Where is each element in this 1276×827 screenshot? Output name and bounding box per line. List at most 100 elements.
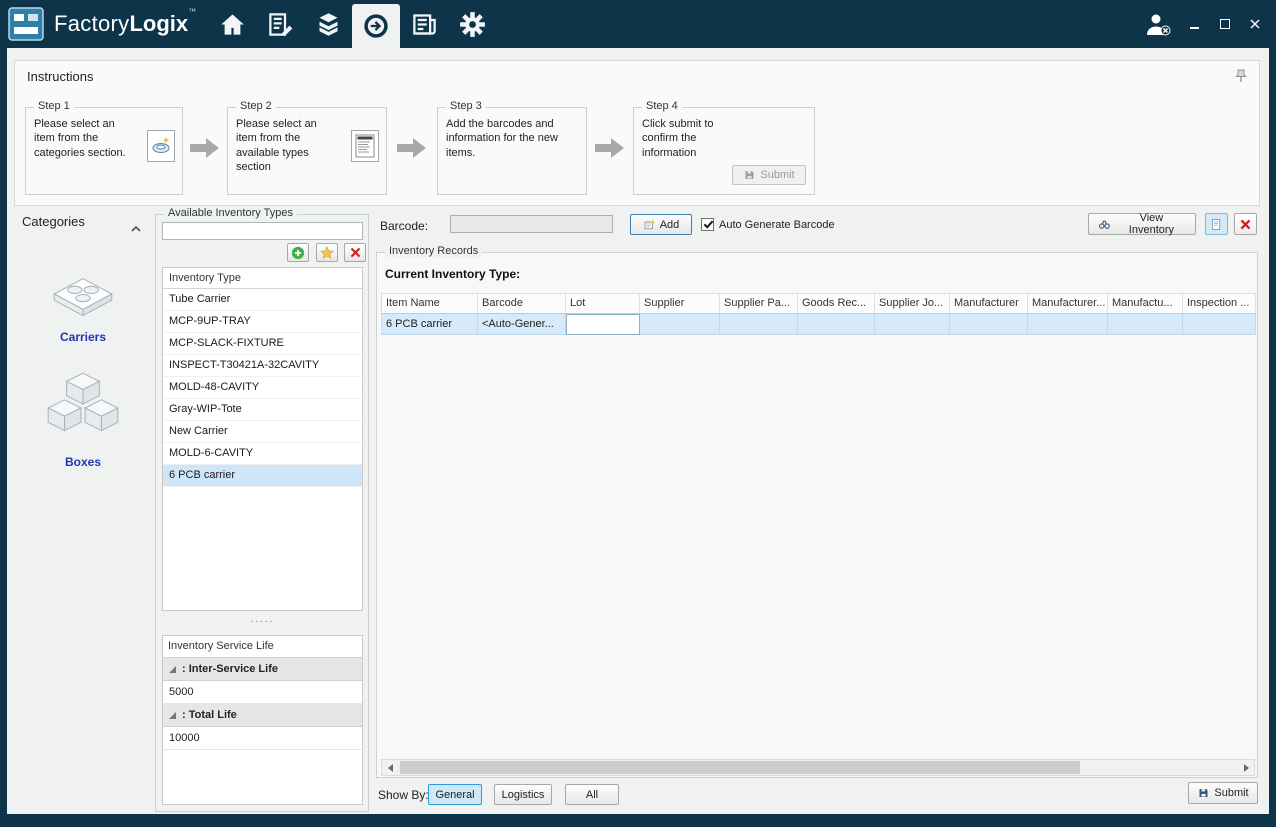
records-column-header[interactable]: Inspection ... bbox=[1183, 294, 1256, 313]
tab-inventory-active[interactable] bbox=[352, 4, 400, 48]
records-column-header[interactable]: Supplier bbox=[640, 294, 720, 313]
expand-triangle-icon bbox=[168, 711, 177, 720]
materials-icon[interactable] bbox=[304, 0, 352, 48]
categories-panel: Categories Carriers bbox=[14, 210, 152, 812]
close-icon[interactable] bbox=[1248, 18, 1262, 30]
type-filter-input[interactable] bbox=[162, 222, 363, 240]
step-2-text: Please select an item from the available… bbox=[228, 108, 346, 174]
inventory-type-row[interactable]: MCP-9UP-TRAY bbox=[163, 311, 362, 333]
copy-page-button[interactable] bbox=[1205, 213, 1228, 235]
step-4-label: Step 4 bbox=[642, 100, 682, 112]
view-inventory-button[interactable]: View Inventory bbox=[1088, 213, 1196, 235]
records-cell bbox=[1183, 314, 1256, 335]
records-column-header[interactable]: Supplier Jo... bbox=[875, 294, 950, 313]
horizontal-scrollbar[interactable] bbox=[381, 759, 1255, 776]
delete-type-button[interactable] bbox=[344, 243, 366, 262]
inventory-type-row[interactable]: MOLD-48-CAVITY bbox=[163, 377, 362, 399]
add-record-button[interactable]: Add bbox=[630, 214, 692, 235]
page-icon bbox=[1210, 217, 1223, 232]
records-header-row: Item NameBarcodeLotSupplierSupplier Pa..… bbox=[382, 293, 1256, 314]
view-inventory-label: View Inventory bbox=[1116, 212, 1187, 236]
carrier-tray-icon bbox=[44, 265, 122, 323]
add-record-label: Add bbox=[660, 219, 680, 231]
inventory-type-row[interactable]: INSPECT-T30421A-32CAVITY bbox=[163, 355, 362, 377]
add-type-button[interactable] bbox=[287, 243, 309, 262]
scroll-left-icon[interactable] bbox=[382, 760, 398, 775]
instructions-panel: Instructions Step 1 Please select an ite… bbox=[14, 60, 1260, 206]
pin-icon[interactable] bbox=[1235, 69, 1247, 88]
records-column-header[interactable]: Manufacturer... bbox=[1028, 294, 1108, 313]
inventory-type-row[interactable]: MCP-SLACK-FIXTURE bbox=[163, 333, 362, 355]
records-column-header[interactable]: Barcode bbox=[478, 294, 566, 313]
records-column-header[interactable]: Supplier Pa... bbox=[720, 294, 798, 313]
records-column-header[interactable]: Item Name bbox=[382, 294, 478, 313]
records-cell: 6 PCB carrier bbox=[382, 314, 478, 335]
service-life-value-inter[interactable]: 5000 bbox=[163, 681, 362, 704]
records-table: Item NameBarcodeLotSupplierSupplier Pa..… bbox=[381, 293, 1256, 335]
step-1-box: Step 1 Please select an item from the ca… bbox=[25, 107, 183, 195]
records-column-header[interactable]: Lot bbox=[566, 294, 640, 313]
show-by-logistics-button[interactable]: Logistics bbox=[494, 784, 552, 805]
show-by-all-button[interactable]: All bbox=[565, 784, 619, 805]
scrollbar-thumb[interactable] bbox=[400, 761, 1080, 774]
inventory-type-row[interactable]: Tube Carrier bbox=[163, 289, 362, 311]
group-label: : Inter-Service Life bbox=[182, 663, 278, 675]
step-submit-label: Submit bbox=[760, 169, 794, 181]
records-cell: <Auto-Gener... bbox=[478, 314, 566, 335]
add-record-icon bbox=[643, 219, 656, 231]
favorite-star-icon bbox=[320, 246, 334, 260]
label-thumbnail-icon bbox=[351, 130, 379, 162]
step-3-label: Step 3 bbox=[446, 100, 486, 112]
available-types-legend: Available Inventory Types bbox=[164, 207, 297, 219]
delete-red-x-icon bbox=[349, 246, 362, 259]
inventory-type-row[interactable]: MOLD-6-CAVITY bbox=[163, 443, 362, 465]
settings-gear-icon[interactable] bbox=[448, 0, 496, 48]
reports-icon[interactable] bbox=[400, 0, 448, 48]
collapse-chevron-icon[interactable] bbox=[130, 220, 142, 238]
inventory-type-row[interactable]: New Carrier bbox=[163, 421, 362, 443]
records-data-row[interactable]: 6 PCB carrier<Auto-Gener... bbox=[382, 314, 1256, 335]
user-account-icon[interactable] bbox=[1144, 11, 1172, 37]
minimize-icon[interactable] bbox=[1188, 18, 1202, 30]
auto-generate-label: Auto Generate Barcode bbox=[719, 219, 835, 231]
records-column-header[interactable]: Manufactu... bbox=[1108, 294, 1183, 313]
maximize-icon[interactable] bbox=[1218, 18, 1232, 30]
app-logo-icon bbox=[8, 7, 44, 41]
step-3-text: Add the barcodes and information for the… bbox=[438, 108, 574, 160]
inventory-type-row[interactable]: 6 PCB carrier bbox=[163, 465, 362, 487]
records-cell bbox=[720, 314, 798, 335]
service-life-group-inter[interactable]: : Inter-Service Life bbox=[163, 658, 362, 681]
service-life-header[interactable]: Inventory Service Life bbox=[163, 636, 362, 658]
category-item-carriers[interactable]: Carriers bbox=[14, 265, 152, 344]
panel-splitter[interactable]: ..... bbox=[162, 615, 363, 627]
scroll-right-icon[interactable] bbox=[1238, 760, 1254, 775]
records-column-header[interactable]: Goods Rec... bbox=[798, 294, 875, 313]
inventory-type-list-body: Tube CarrierMCP-9UP-TRAYMCP-SLACK-FIXTUR… bbox=[163, 289, 362, 487]
records-cell bbox=[566, 314, 640, 335]
auto-generate-checkbox[interactable] bbox=[701, 218, 714, 231]
inventory-records-group: Inventory Records Current Inventory Type… bbox=[376, 252, 1258, 778]
clear-records-button[interactable] bbox=[1234, 213, 1257, 235]
records-cell bbox=[640, 314, 720, 335]
current-inventory-type-label: Current Inventory Type: bbox=[385, 267, 520, 281]
step-2-box: Step 2 Please select an item from the av… bbox=[227, 107, 387, 195]
available-types-panel: Available Inventory Types Inventory Type… bbox=[155, 214, 369, 812]
inventory-type-row[interactable]: Gray-WIP-Tote bbox=[163, 399, 362, 421]
favorite-type-button[interactable] bbox=[316, 243, 338, 262]
category-item-boxes[interactable]: Boxes bbox=[14, 368, 152, 469]
submit-button[interactable]: Submit bbox=[1188, 782, 1258, 804]
show-by-general-button[interactable]: General bbox=[428, 784, 482, 805]
service-life-value-total[interactable]: 10000 bbox=[163, 727, 362, 750]
arrow-icon bbox=[397, 137, 427, 164]
home-icon[interactable] bbox=[208, 0, 256, 48]
barcode-input[interactable] bbox=[450, 215, 613, 233]
service-life-group-total[interactable]: : Total Life bbox=[163, 704, 362, 727]
step-4-text: Click submit to confirm the information bbox=[634, 108, 740, 160]
inventory-type-column-header[interactable]: Inventory Type bbox=[163, 268, 362, 289]
worksheet-icon[interactable] bbox=[256, 0, 304, 48]
records-column-header[interactable]: Manufacturer bbox=[950, 294, 1028, 313]
app-window: FactoryLogix™ bbox=[0, 0, 1276, 827]
categories-title: Categories bbox=[22, 214, 85, 229]
inventory-type-list: Inventory Type Tube CarrierMCP-9UP-TRAYM… bbox=[162, 267, 363, 611]
show-by-label: Show By: bbox=[378, 788, 429, 802]
